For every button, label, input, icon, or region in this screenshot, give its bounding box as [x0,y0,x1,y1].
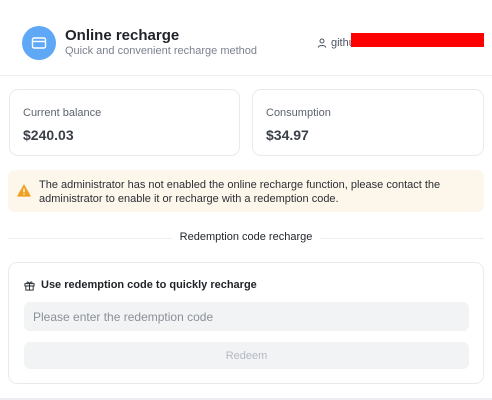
section-divider: Redemption code recharge [8,230,484,248]
balance-value: $240.03 [23,127,74,143]
section-title: Redemption code recharge [171,231,321,243]
page-title: Online recharge [65,27,180,44]
recharge-page: Online recharge Quick and convenient rec… [0,0,492,400]
redeem-panel-header: Use redemption code to quickly recharge [24,278,257,292]
user-info[interactable]: githu [317,36,355,50]
balance-label: Current balance [23,107,102,119]
consumption-value: $34.97 [266,127,309,143]
redeem-panel-title: Use redemption code to quickly recharge [41,279,257,291]
redemption-code-input[interactable] [24,302,469,331]
page-subtitle: Quick and convenient recharge method [65,45,258,57]
warning-banner: The administrator has not enabled the on… [8,170,484,212]
redaction-bar [351,33,484,47]
redeem-button[interactable]: Redeem [24,342,469,369]
consumption-card: Consumption $34.97 [252,89,484,156]
balance-card: Current balance $240.03 [9,89,240,156]
credit-card-icon [22,26,56,60]
warning-text: The administrator has not enabled the on… [39,179,441,205]
redeem-panel: Use redemption code to quickly recharge … [8,262,484,384]
consumption-label: Consumption [266,107,331,119]
warning-triangle-icon [17,184,31,202]
page-header: Online recharge Quick and convenient rec… [0,0,492,76]
user-icon [317,38,327,48]
gift-icon [24,280,35,291]
